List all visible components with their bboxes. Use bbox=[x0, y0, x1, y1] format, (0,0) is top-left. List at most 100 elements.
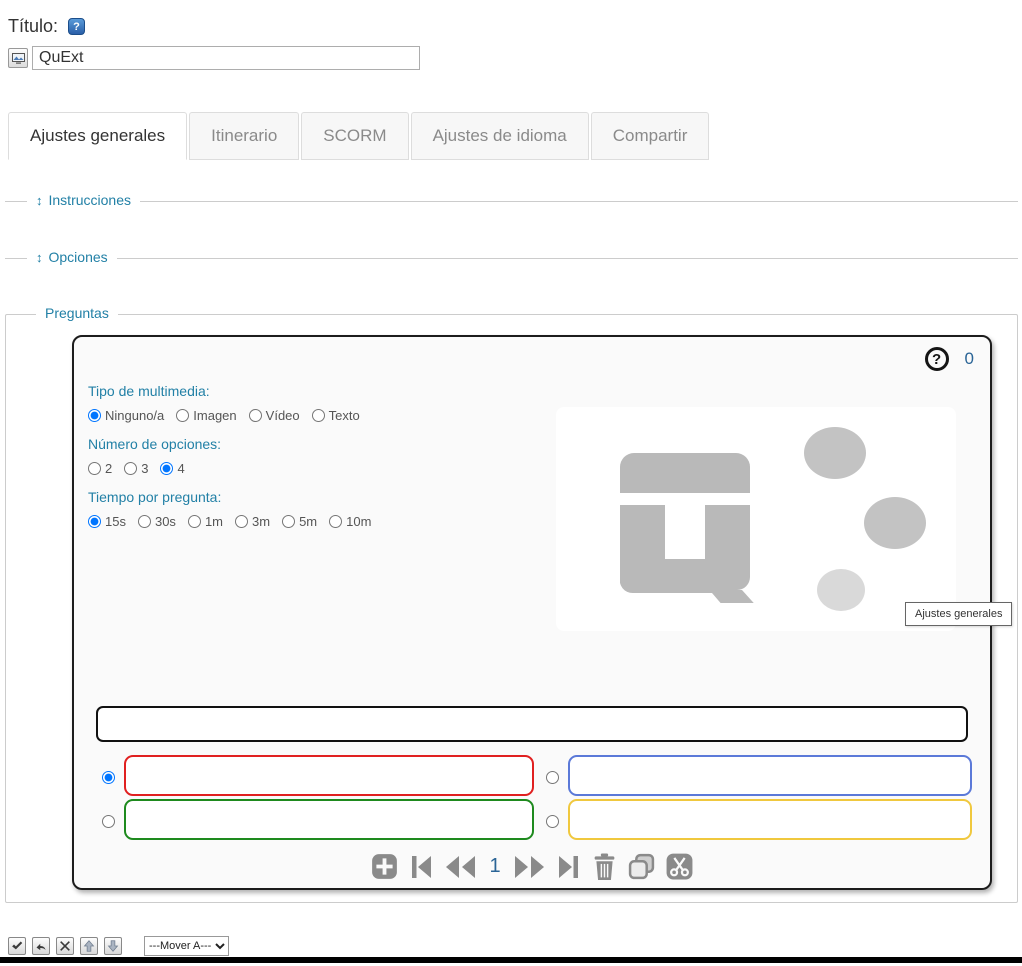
section-opciones: ↕ Opciones bbox=[5, 258, 1018, 259]
next-question-button[interactable] bbox=[514, 854, 546, 880]
tab-compartir[interactable]: Compartir bbox=[591, 112, 710, 160]
tab-scorm[interactable]: SCORM bbox=[301, 112, 408, 160]
radio-input[interactable] bbox=[160, 462, 173, 475]
radio-input[interactable] bbox=[176, 409, 189, 422]
idevice-action-bar: ---Mover A--- bbox=[8, 936, 1022, 956]
radio-media-video[interactable]: Vídeo bbox=[249, 408, 300, 423]
radio-input[interactable] bbox=[188, 515, 201, 528]
help-icon[interactable]: ? bbox=[68, 18, 85, 35]
delete-question-button[interactable] bbox=[592, 853, 617, 880]
page: Título: ? Ajustes generales Itinerario S… bbox=[0, 0, 1022, 966]
copy-icon bbox=[628, 853, 655, 880]
duplicate-question-button[interactable] bbox=[628, 853, 655, 880]
undo-icon bbox=[35, 940, 47, 952]
answer-input-1[interactable] bbox=[124, 755, 534, 796]
page-title: Título: bbox=[8, 16, 58, 37]
radio-input[interactable] bbox=[282, 515, 295, 528]
time-options: 15s 30s 1m 3m bbox=[88, 514, 544, 529]
title-input[interactable] bbox=[32, 46, 420, 70]
num-options: 2 3 4 bbox=[88, 461, 544, 476]
updown-arrow-icon: ↕ bbox=[36, 250, 43, 265]
radio-media-ninguno[interactable]: Ninguno/a bbox=[88, 408, 164, 423]
radio-time-3m[interactable]: 3m bbox=[235, 514, 270, 529]
radio-time-10m[interactable]: 10m bbox=[329, 514, 371, 529]
trash-icon bbox=[592, 853, 617, 880]
answer-radio-2[interactable] bbox=[546, 771, 559, 784]
preview-toggle-button[interactable] bbox=[8, 48, 28, 68]
radio-input[interactable] bbox=[88, 409, 101, 422]
media-placeholder-image bbox=[556, 407, 956, 631]
section-toggle-opciones[interactable]: ↕ Opciones bbox=[27, 249, 117, 265]
add-question-button[interactable] bbox=[371, 853, 398, 880]
done-button[interactable] bbox=[8, 937, 26, 955]
undo-button[interactable] bbox=[32, 937, 50, 955]
tab-ajustes-de-idioma[interactable]: Ajustes de idioma bbox=[411, 112, 589, 160]
help-circle-icon[interactable]: ? bbox=[925, 347, 949, 371]
question-text-input[interactable] bbox=[96, 706, 968, 742]
radio-input[interactable] bbox=[329, 515, 342, 528]
question-counter: 0 bbox=[965, 349, 974, 369]
radio-time-30s[interactable]: 30s bbox=[138, 514, 176, 529]
skip-first-icon bbox=[409, 854, 433, 880]
title-input-row bbox=[8, 46, 1022, 70]
tab-itinerario[interactable]: Itinerario bbox=[189, 112, 299, 160]
updown-arrow-icon: ↕ bbox=[36, 193, 43, 208]
title-row: Título: ? bbox=[0, 0, 1022, 37]
panel-help-area: ? 0 bbox=[925, 347, 974, 371]
question-panel: ? 0 Tipo de multimedia: Ninguno/a Imagen bbox=[72, 335, 992, 890]
section-preguntas: Preguntas ? 0 Tipo de multimedia: Ningun… bbox=[5, 314, 1018, 903]
tab-bar: Ajustes generales Itinerario SCORM Ajust… bbox=[8, 112, 1022, 160]
question-toolbar: 1 bbox=[74, 853, 990, 880]
media-type-options: Ninguno/a Imagen Vídeo Texto bbox=[88, 408, 544, 423]
arrow-up-icon bbox=[83, 940, 95, 952]
section-label-opciones: Opciones bbox=[49, 249, 108, 265]
radio-input[interactable] bbox=[235, 515, 248, 528]
section-label-preguntas: Preguntas bbox=[36, 305, 118, 321]
radio-input[interactable] bbox=[138, 515, 151, 528]
x-icon bbox=[59, 940, 71, 952]
first-question-button[interactable] bbox=[409, 854, 433, 880]
radio-time-1m[interactable]: 1m bbox=[188, 514, 223, 529]
move-to-select[interactable]: ---Mover A--- bbox=[144, 936, 229, 956]
delete-button[interactable] bbox=[56, 937, 74, 955]
answer-input-3[interactable] bbox=[124, 799, 534, 840]
radio-input[interactable] bbox=[124, 462, 137, 475]
answer-input-2[interactable] bbox=[568, 755, 972, 796]
section-instrucciones: ↕ Instrucciones bbox=[5, 201, 1018, 202]
prev-question-button[interactable] bbox=[444, 854, 476, 880]
move-up-button[interactable] bbox=[80, 937, 98, 955]
tab-ajustes-generales[interactable]: Ajustes generales bbox=[8, 112, 187, 160]
num-options-label: Número de opciones: bbox=[88, 436, 544, 452]
decorative-dot bbox=[817, 569, 865, 611]
answer-radio-1[interactable] bbox=[102, 771, 115, 784]
radio-options-2[interactable]: 2 bbox=[88, 461, 112, 476]
quext-logo-icon bbox=[620, 453, 790, 603]
radio-media-texto[interactable]: Texto bbox=[312, 408, 360, 423]
image-icon bbox=[12, 53, 25, 64]
cut-question-button[interactable] bbox=[666, 853, 693, 880]
radio-input[interactable] bbox=[249, 409, 262, 422]
radio-time-15s[interactable]: 15s bbox=[88, 514, 126, 529]
decorative-dot bbox=[804, 427, 866, 479]
radio-input[interactable] bbox=[312, 409, 325, 422]
last-question-button[interactable] bbox=[557, 854, 581, 880]
section-toggle-instrucciones[interactable]: ↕ Instrucciones bbox=[27, 192, 140, 208]
answer-radio-3[interactable] bbox=[102, 815, 115, 828]
media-type-label: Tipo de multimedia: bbox=[88, 383, 544, 399]
radio-input[interactable] bbox=[88, 515, 101, 528]
move-down-button[interactable] bbox=[104, 937, 122, 955]
decorative-dot bbox=[864, 497, 926, 549]
radio-input[interactable] bbox=[88, 462, 101, 475]
skip-last-icon bbox=[557, 854, 581, 880]
tooltip: Ajustes generales bbox=[905, 602, 1012, 626]
check-icon bbox=[11, 940, 23, 952]
section-label-instrucciones: Instrucciones bbox=[49, 192, 131, 208]
radio-options-3[interactable]: 3 bbox=[124, 461, 148, 476]
answer-input-4[interactable] bbox=[568, 799, 972, 840]
radio-time-5m[interactable]: 5m bbox=[282, 514, 317, 529]
arrow-down-icon bbox=[107, 940, 119, 952]
answer-radio-4[interactable] bbox=[546, 815, 559, 828]
plus-icon bbox=[371, 853, 398, 880]
radio-media-imagen[interactable]: Imagen bbox=[176, 408, 236, 423]
radio-options-4[interactable]: 4 bbox=[160, 461, 184, 476]
